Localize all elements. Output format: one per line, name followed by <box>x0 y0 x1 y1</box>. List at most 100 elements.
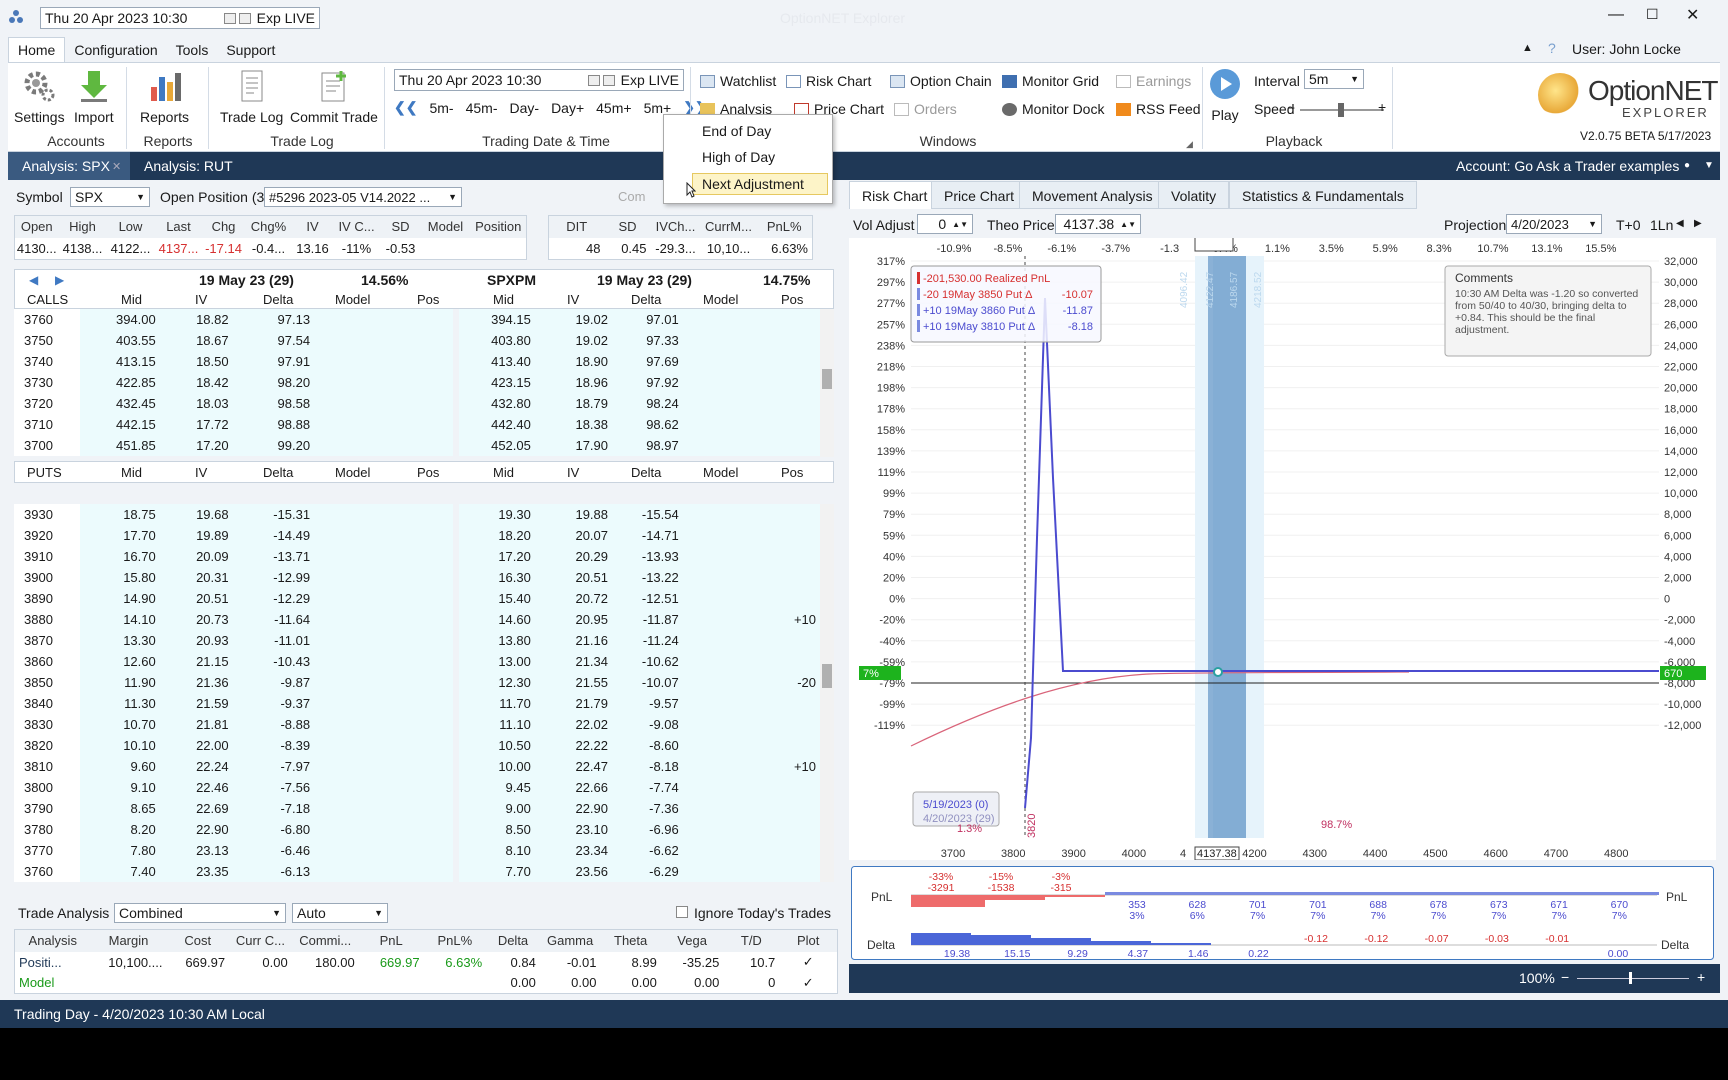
next-expiry-icon[interactable]: ▶ <box>55 273 64 287</box>
puts-scrollbar[interactable] <box>820 504 834 882</box>
call-pos-cell[interactable] <box>386 372 459 393</box>
put-cell[interactable]: 19.88 <box>534 504 613 525</box>
monitor-grid-button[interactable]: Monitor Grid <box>1002 73 1099 89</box>
call-pos-cell[interactable] <box>386 435 459 456</box>
put-model-cell[interactable] <box>682 525 750 546</box>
put-cell[interactable]: -7.18 <box>232 798 315 819</box>
put-cell[interactable]: -11.87 <box>612 609 683 630</box>
ta-cell[interactable]: 180.00 <box>292 952 359 973</box>
call-cell[interactable]: 97.92 <box>612 372 683 393</box>
put-cell[interactable]: -9.08 <box>612 714 683 735</box>
call-cell[interactable] <box>749 414 820 435</box>
put-model-cell[interactable] <box>314 588 387 609</box>
ignore-today-checkbox[interactable] <box>676 906 688 918</box>
put-cell[interactable]: 22.22 <box>534 735 613 756</box>
put-row[interactable]: 3890 14.90 20.51 -12.29 15.40 20.72 -12.51 <box>14 588 820 609</box>
call-cell[interactable]: 394.00 <box>80 309 160 330</box>
call-cell[interactable]: 18.67 <box>159 330 233 351</box>
put-model-cell[interactable] <box>314 630 387 651</box>
put-row[interactable]: 3830 10.70 21.81 -8.88 11.10 22.02 -9.08 <box>14 714 820 735</box>
put-cell[interactable]: 22.90 <box>534 798 613 819</box>
call-model-cell[interactable] <box>314 330 387 351</box>
step-5m-back[interactable]: 5m- <box>429 100 453 116</box>
ln-label[interactable]: 1Ln <box>1650 217 1673 233</box>
ta-cell[interactable] <box>292 973 359 994</box>
rss-feed-button[interactable]: RSS Feed <box>1116 101 1201 117</box>
step-45m-back[interactable]: 45m- <box>466 100 498 116</box>
call-model-cell[interactable] <box>682 309 750 330</box>
put-pos-cell[interactable] <box>386 672 459 693</box>
put-model-cell[interactable] <box>314 651 387 672</box>
put-cell[interactable]: 3870 <box>14 630 81 651</box>
put-cell[interactable]: 3840 <box>14 693 81 714</box>
put-cell[interactable]: -14.49 <box>232 525 315 546</box>
call-model-cell[interactable] <box>314 309 387 330</box>
option-chain-button[interactable]: Option Chain <box>890 73 992 89</box>
trade-analysis-row[interactable]: Positi... 10,100.... 669.97 0.00 180.00 669.9… <box>15 952 838 973</box>
put-cell[interactable]: 3810 <box>14 756 81 777</box>
risk-chart-button[interactable]: Risk Chart <box>786 73 871 89</box>
call-model-cell[interactable] <box>314 351 387 372</box>
put-cell[interactable]: -7.97 <box>232 756 315 777</box>
ta-cell[interactable]: 0.00 <box>600 973 660 994</box>
put-cell[interactable]: -6.62 <box>612 840 683 861</box>
calendar-icon[interactable] <box>587 74 600 86</box>
calls-scrollbar-thumb[interactable] <box>822 369 832 389</box>
put-model-cell[interactable] <box>314 504 387 525</box>
put-model-cell[interactable] <box>682 693 750 714</box>
put-row[interactable]: 3910 16.70 20.09 -13.71 17.20 20.29 -13.93 <box>14 546 820 567</box>
put-model-cell[interactable] <box>314 798 387 819</box>
ta-cell[interactable]: 6.63% <box>424 952 487 973</box>
put-pos-cell[interactable] <box>386 693 459 714</box>
put-pos-cell[interactable] <box>386 756 459 777</box>
put-cell[interactable]: 12.30 <box>455 672 535 693</box>
tab-risk-chart[interactable]: Risk Chart <box>849 181 941 209</box>
put-cell[interactable]: -6.46 <box>232 840 315 861</box>
put-cell[interactable]: 7.70 <box>455 861 535 882</box>
put-pos-cell[interactable] <box>386 819 459 840</box>
menu-configuration[interactable]: Configuration <box>65 38 166 62</box>
put-cell[interactable]: -11.64 <box>232 609 315 630</box>
put-model-cell[interactable] <box>314 525 387 546</box>
speed-slider-thumb[interactable] <box>1338 103 1344 117</box>
put-cell[interactable]: 22.90 <box>159 819 233 840</box>
put-pos-cell[interactable] <box>386 777 459 798</box>
call-pos-cell[interactable] <box>386 414 459 435</box>
ta-cell[interactable] <box>359 973 424 994</box>
call-cell[interactable]: 403.55 <box>80 330 160 351</box>
put-row[interactable]: 3840 11.30 21.59 -9.37 11.70 21.79 -9.57 <box>14 693 820 714</box>
call-cell[interactable] <box>749 351 820 372</box>
put-model-cell[interactable] <box>682 609 750 630</box>
call-cell[interactable] <box>749 393 820 414</box>
put-cell[interactable]: 23.35 <box>159 861 233 882</box>
put-row[interactable]: 3780 8.20 22.90 -6.80 8.50 23.10 -6.96 <box>14 819 820 840</box>
put-pos-cell[interactable] <box>386 525 459 546</box>
put-model-cell[interactable] <box>314 609 387 630</box>
put-cell[interactable]: 13.00 <box>455 651 535 672</box>
call-cell[interactable]: 3710 <box>14 414 81 435</box>
put-cell[interactable]: 15.40 <box>455 588 535 609</box>
put-cell[interactable]: 22.24 <box>159 756 233 777</box>
put-cell[interactable]: 21.36 <box>159 672 233 693</box>
put-cell[interactable]: -8.88 <box>232 714 315 735</box>
theo-price-input[interactable]: 4137.38 ▲▼ <box>1055 214 1141 234</box>
put-cell[interactable]: -14.71 <box>612 525 683 546</box>
put-cell[interactable]: 14.60 <box>455 609 535 630</box>
call-cell[interactable]: 452.05 <box>455 435 535 456</box>
put-cell[interactable]: 21.15 <box>159 651 233 672</box>
zoom-in-icon[interactable]: + <box>1697 969 1705 985</box>
call-model-cell[interactable] <box>682 351 750 372</box>
put-cell[interactable]: -11.24 <box>612 630 683 651</box>
put-cell[interactable] <box>749 504 820 525</box>
call-cell[interactable]: 422.85 <box>80 372 160 393</box>
put-model-cell[interactable] <box>314 714 387 735</box>
put-cell[interactable]: -20 <box>749 672 820 693</box>
put-cell[interactable]: -9.37 <box>232 693 315 714</box>
put-cell[interactable] <box>749 693 820 714</box>
put-cell[interactable]: -12.51 <box>612 588 683 609</box>
ta-cell[interactable]: Positi... <box>15 952 91 973</box>
put-cell[interactable]: 9.00 <box>455 798 535 819</box>
put-model-cell[interactable] <box>314 861 387 882</box>
call-cell[interactable]: 432.45 <box>80 393 160 414</box>
put-model-cell[interactable] <box>682 630 750 651</box>
